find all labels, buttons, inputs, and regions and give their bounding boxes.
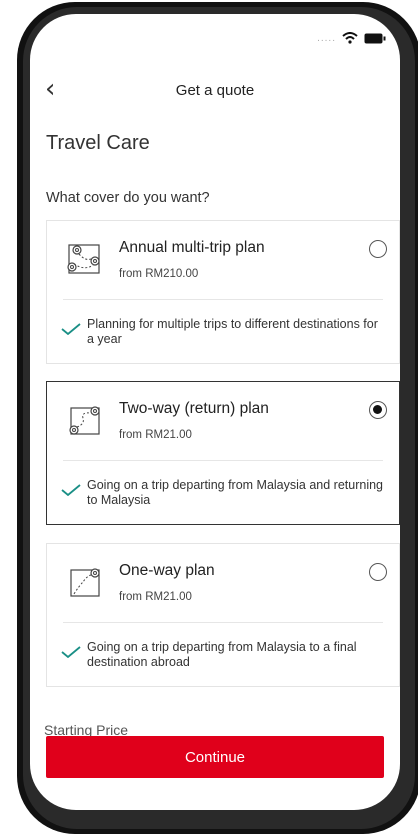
radio-button[interactable] <box>369 563 387 581</box>
continue-button[interactable]: Continue <box>46 736 384 778</box>
check-icon <box>61 484 81 496</box>
plan-card-two-way[interactable]: Two-way (return) plan from RM21.00 Going… <box>46 381 400 525</box>
nav-bar: ‹ Get a quote <box>30 74 400 106</box>
plan-price: from RM21.00 <box>119 429 192 441</box>
multi-trip-map-icon <box>67 244 100 274</box>
plan-card-annual[interactable]: Annual multi-trip plan from RM210.00 Pla… <box>46 220 400 364</box>
one-way-route-map-icon <box>70 568 100 597</box>
plan-card-one-way[interactable]: One-way plan from RM21.00 Going on a tri… <box>46 543 400 687</box>
plan-title: Annual multi-trip plan <box>119 239 265 256</box>
product-heading: Travel Care <box>46 132 150 154</box>
plan-price: from RM21.00 <box>119 591 192 603</box>
plan-price: from RM210.00 <box>119 268 199 280</box>
cover-question: What cover do you want? <box>46 190 210 206</box>
plan-description: Going on a trip departing from Malaysia … <box>87 640 357 669</box>
check-icon <box>61 646 81 658</box>
plan-description: Going on a trip departing from Malaysia … <box>87 478 383 507</box>
return-route-map-icon <box>69 406 100 435</box>
wifi-icon <box>342 32 358 44</box>
radio-button[interactable] <box>369 240 387 258</box>
screen: ..... ‹ Get a quote Travel Care What cov… <box>30 14 400 810</box>
battery-icon <box>364 33 386 43</box>
plan-description: Planning for multiple trips to different… <box>87 317 378 346</box>
radio-button-selected[interactable] <box>369 401 387 419</box>
page-title: Get a quote <box>175 82 255 99</box>
plan-title: One-way plan <box>119 562 215 579</box>
signal-dots: ..... <box>317 32 336 44</box>
check-icon <box>61 323 81 335</box>
plan-title: Two-way (return) plan <box>119 400 269 417</box>
status-bar: ..... <box>317 32 386 44</box>
